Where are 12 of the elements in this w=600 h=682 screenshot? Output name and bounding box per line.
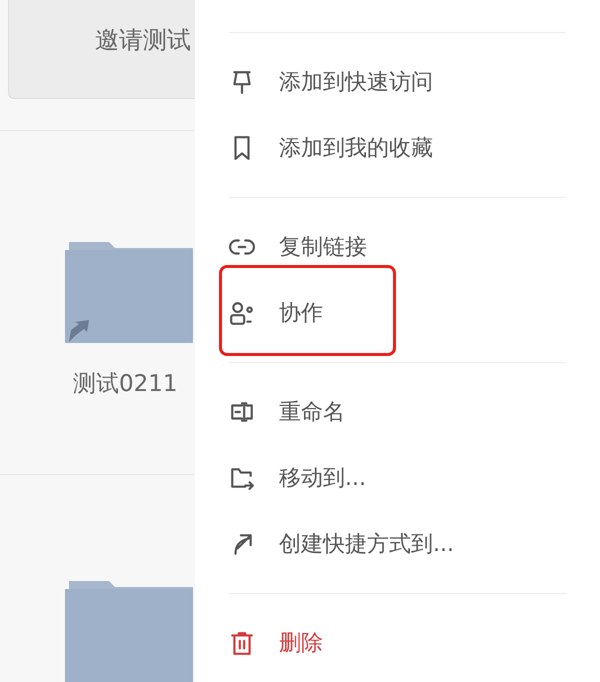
people-icon	[229, 300, 255, 326]
menu-item[interactable]: 复制链接	[229, 214, 566, 280]
menu-item[interactable]: 重命名	[229, 379, 566, 445]
card-title: 邀请测试	[95, 25, 192, 56]
menu-item[interactable]: 添加到快速访问	[229, 49, 566, 115]
trash-icon	[229, 630, 255, 656]
menu-item[interactable]: 添加到我的收藏	[229, 115, 566, 181]
menu-item[interactable]: 删除	[229, 610, 566, 676]
folder-name: 测试0211	[73, 370, 179, 399]
menu-item[interactable]: 协作	[229, 280, 566, 346]
menu-item[interactable]: 移动到...	[229, 445, 566, 511]
menu-item[interactable]: 创建快捷方式到...	[229, 511, 566, 577]
